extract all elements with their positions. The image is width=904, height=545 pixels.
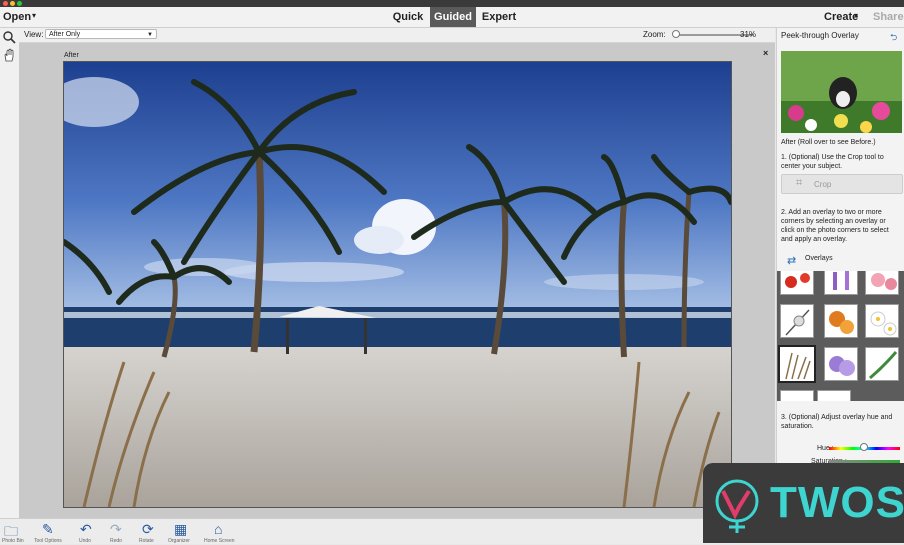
overlay-tile-fern[interactable] — [865, 347, 899, 381]
overlay-tile-white-blossom[interactable] — [780, 304, 814, 338]
zoom-window-button[interactable] — [17, 1, 22, 6]
crop-icon: ⌗ — [796, 177, 803, 189]
top-menubar: Open ▾ Quick Guided Expert Create ▾ Shar… — [0, 7, 904, 28]
photo-bin-label: Photo Bin — [2, 538, 24, 544]
step-3-text: 3. (Optional) Adjust overlay hue and sat… — [781, 414, 893, 430]
panel-title: Peek-through Overlay — [781, 31, 859, 40]
undo-icon[interactable]: ↶ — [80, 521, 92, 538]
overlay-tile-extra-2[interactable] — [817, 390, 851, 401]
redo-icon[interactable]: ↷ — [110, 521, 122, 538]
preview-thumbnail[interactable] — [781, 51, 902, 133]
share-button[interactable]: Share — [873, 11, 904, 23]
zoom-label: Zoom: — [643, 30, 666, 39]
hand-tool-icon[interactable] — [2, 48, 16, 62]
organizer-icon[interactable]: ▦ — [174, 521, 187, 538]
tool-options-label: Tool Options — [34, 538, 62, 544]
home-screen-icon[interactable]: ⌂ — [214, 521, 222, 537]
tool-column — [0, 28, 20, 518]
organizer-label: Organizer — [168, 538, 190, 544]
overlay-tile-poppies[interactable] — [780, 271, 814, 295]
zoom-value: 31% — [740, 30, 757, 39]
close-window-button[interactable] — [3, 1, 8, 6]
overlay-grid — [777, 271, 904, 401]
home-screen-label: Home Screen — [204, 538, 235, 544]
overlays-icon: ⇄ — [787, 255, 797, 267]
overlay-tile-lavender[interactable] — [824, 271, 858, 295]
overlays-label: Overlays — [805, 255, 833, 262]
zoom-tool-icon[interactable] — [2, 30, 16, 44]
overlay-tile-daisies[interactable] — [865, 304, 899, 338]
preview-thumbnail-image — [781, 51, 902, 133]
hue-slider-thumb[interactable] — [860, 443, 868, 451]
zoom-slider-thumb[interactable] — [672, 30, 680, 38]
view-bar: View: After Only ▼ Zoom: 31% — [19, 28, 775, 43]
crop-button[interactable]: ⌗ Crop — [781, 174, 903, 194]
minimize-window-button[interactable] — [10, 1, 15, 6]
overlay-tile-hydrangea[interactable] — [824, 347, 858, 381]
after-label: After — [64, 52, 79, 59]
open-menu[interactable]: Open — [3, 11, 31, 23]
chevron-down-icon[interactable]: ▾ — [32, 11, 36, 20]
preview-caption: After (Roll over to see Before.) — [781, 139, 876, 146]
beach-photo-image — [64, 62, 731, 507]
guided-panel: Peek-through Overlay ⮌ After (Roll over … — [776, 28, 904, 518]
redo-label: Redo — [110, 538, 122, 544]
rotate-icon[interactable]: ⟳ — [142, 521, 154, 538]
tab-guided[interactable]: Guided — [430, 7, 476, 27]
window-titlebar — [0, 0, 904, 7]
close-icon[interactable]: × — [763, 48, 768, 58]
tab-expert[interactable]: Expert — [479, 7, 519, 27]
step-1-text: 1. (Optional) Use the Crop tool to cente… — [781, 154, 884, 170]
beach-photo[interactable] — [63, 61, 732, 508]
tab-quick[interactable]: Quick — [388, 7, 428, 27]
overlay-tile-extra-1[interactable] — [780, 390, 814, 401]
watermark-text: TWOS — [770, 478, 904, 527]
step-2-text: 2. Add an overlay to two or more corners… — [781, 209, 889, 243]
undo-label: Undo — [79, 538, 91, 544]
overlay-tile-pink-flowers[interactable] — [865, 271, 899, 295]
chevron-down-icon[interactable]: ▾ — [854, 11, 858, 20]
chevron-down-icon: ▼ — [147, 32, 153, 38]
tool-options-icon[interactable]: ✎ — [42, 521, 54, 538]
view-select[interactable]: After Only ▼ — [45, 29, 157, 39]
rotate-label: Rotate — [139, 538, 154, 544]
view-label: View: — [24, 30, 44, 39]
overlay-tile-autumn-leaves[interactable] — [824, 304, 858, 338]
image-canvas: After × — [19, 43, 775, 518]
crop-label: Crop — [814, 180, 832, 189]
overlay-tile-grass-selected[interactable] — [778, 345, 816, 383]
back-icon[interactable]: ⮌ — [890, 30, 897, 46]
view-select-value: After Only — [49, 31, 81, 38]
watermark-logo-icon — [715, 479, 759, 533]
